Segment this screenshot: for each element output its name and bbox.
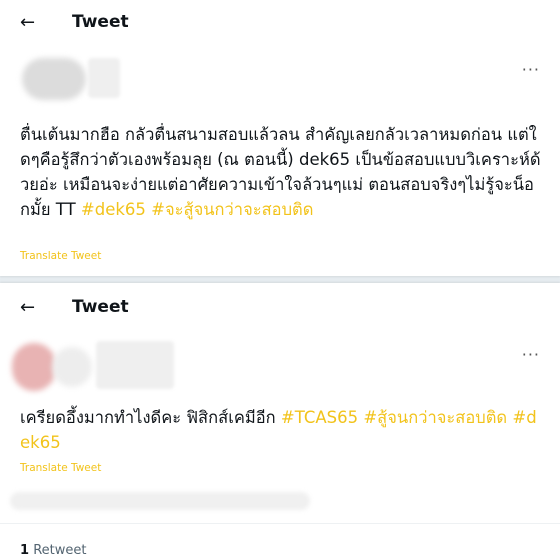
- more-options-icon[interactable]: ···: [522, 345, 540, 364]
- tweet-card-2: ← Tweet ··· เครียดอึ้งมากทำไงดีคะ ฟิสิกส…: [0, 283, 560, 560]
- hashtag-link[interactable]: #TCAS65: [281, 408, 358, 427]
- tweet-header: ← Tweet: [0, 12, 560, 34]
- back-arrow-icon[interactable]: ←: [20, 299, 35, 317]
- hashtag-link[interactable]: #dek65: [81, 200, 146, 219]
- retweet-stat[interactable]: 1 Retweet: [20, 543, 86, 558]
- header-title: Tweet: [72, 12, 129, 32]
- avatar[interactable]: [22, 58, 86, 100]
- retweet-label: Retweet: [33, 543, 87, 558]
- back-arrow-icon[interactable]: ←: [20, 14, 35, 32]
- hashtag-link[interactable]: #สู้จนกว่าจะสอบติด: [363, 408, 507, 427]
- tweet-body: เครียดอึ้งมากทำไงดีคะ ฟิสิกส์เคมีอีก: [20, 408, 281, 427]
- tweet-text: เครียดอึ้งมากทำไงดีคะ ฟิสิกส์เคมีอีก #TC…: [20, 405, 542, 455]
- tweet-timestamp: [10, 492, 310, 510]
- tweet-header: ← Tweet: [0, 297, 560, 319]
- translate-tweet-link[interactable]: Translate Tweet: [20, 250, 101, 262]
- avatar[interactable]: [12, 343, 56, 391]
- tweet-text: ตื่นเต้นมากฮือ กลัวตื่นสนามสอบแล้วลน สำค…: [20, 122, 542, 222]
- tweet-card-1: ← Tweet ··· ตื่นเต้นมากฮือ กลัวตื่นสนามส…: [0, 0, 560, 276]
- translate-tweet-link[interactable]: Translate Tweet: [20, 462, 101, 474]
- avatar-overlay: [52, 347, 92, 387]
- hashtag-link[interactable]: #จะสู้จนกว่าจะสอบติด: [151, 200, 313, 219]
- more-options-icon[interactable]: ···: [522, 60, 540, 79]
- retweet-count: 1: [20, 543, 30, 558]
- author-name[interactable]: [96, 341, 174, 389]
- author-name[interactable]: [88, 58, 120, 98]
- header-title: Tweet: [72, 297, 129, 317]
- divider: [0, 523, 560, 524]
